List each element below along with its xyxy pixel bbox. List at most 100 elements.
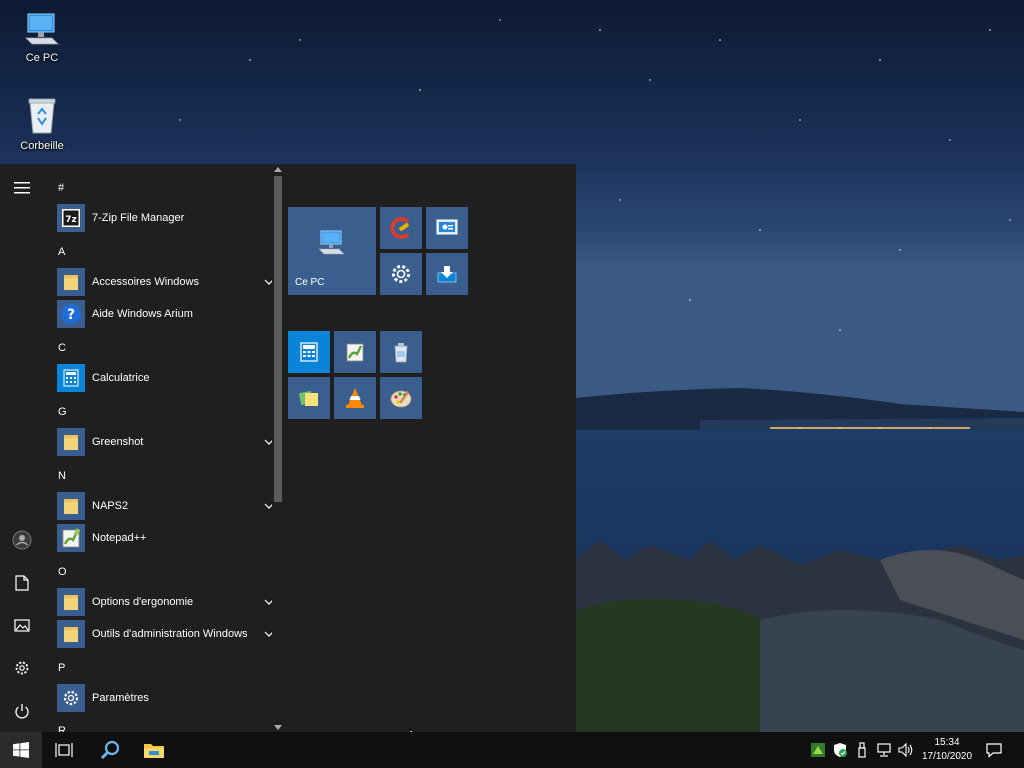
tile-this-pc[interactable]: Ce PC <box>288 207 376 295</box>
volume-icon[interactable] <box>898 742 914 758</box>
svg-text:?: ? <box>67 307 75 323</box>
search-icon <box>100 740 120 760</box>
user-icon[interactable] <box>0 520 44 560</box>
chevron-down-icon[interactable] <box>264 629 272 639</box>
desktop-icon-recycle-bin[interactable]: Corbeille <box>4 96 80 152</box>
app-item-accessoires-windows[interactable]: Accessoires Windows <box>52 266 272 298</box>
sticky-notes-icon <box>298 390 318 406</box>
tile-sticky-notes[interactable] <box>288 377 330 419</box>
chevron-down-icon[interactable] <box>264 501 272 511</box>
start-menu: # 7z 7-Zip File Manager A Accessoires Wi… <box>0 164 576 746</box>
settings-icon <box>57 684 85 712</box>
app-item-notepadpp[interactable]: Notepad++ <box>52 522 272 554</box>
app-item-7zip[interactable]: 7z 7-Zip File Manager <box>52 202 272 234</box>
search-button[interactable] <box>88 732 132 768</box>
clock-time: 15:34 <box>934 737 960 748</box>
app-item-label: Greenshot <box>92 436 144 448</box>
scroll-up-arrow-icon[interactable] <box>272 164 284 174</box>
scroll-thumb[interactable] <box>274 176 282 502</box>
tile-remote-desktop[interactable] <box>426 207 468 249</box>
usb-icon[interactable] <box>854 742 870 758</box>
tile-ccleaner[interactable] <box>380 207 422 249</box>
vlc-icon <box>346 388 364 408</box>
section-header-c[interactable]: C <box>58 342 66 354</box>
app-list-scrollbar[interactable] <box>272 164 284 732</box>
section-header-n[interactable]: N <box>58 470 66 482</box>
hamburger-menu-icon[interactable] <box>0 168 44 208</box>
app-item-label: Calculatrice <box>92 372 150 384</box>
calculator-icon <box>57 364 85 392</box>
notifications-icon[interactable] <box>986 742 1002 758</box>
tile-paste[interactable] <box>380 331 422 373</box>
tile-calculator[interactable] <box>288 331 330 373</box>
desktop-icon-label: Ce PC <box>25 52 59 64</box>
app-item-label: Accessoires Windows <box>92 276 199 288</box>
start-menu-rail <box>0 164 44 732</box>
app-item-label: Aide Windows Arium <box>92 308 193 320</box>
chevron-down-icon[interactable] <box>264 437 272 447</box>
computer-icon <box>318 230 345 255</box>
app-item-calculatrice[interactable]: Calculatrice <box>52 362 272 394</box>
section-header-a[interactable]: A <box>58 246 65 258</box>
folder-icon <box>57 620 85 648</box>
clock-date: 17/10/2020 <box>921 751 973 762</box>
folder-icon <box>57 428 85 456</box>
app-item-label: Outils d'administration Windows <box>92 628 248 640</box>
tile-vlc[interactable] <box>334 377 376 419</box>
app-item-label: 7-Zip File Manager <box>92 212 185 224</box>
power-icon[interactable] <box>0 691 44 731</box>
app-item-options-ergonomie[interactable]: Options d'ergonomie <box>52 586 272 618</box>
tile-notepadpp[interactable] <box>334 331 376 373</box>
calculator-icon <box>300 342 318 362</box>
svg-text:7z: 7z <box>65 215 77 225</box>
documents-icon[interactable] <box>0 563 44 603</box>
desktop-icon-this-pc[interactable]: Ce PC <box>4 8 80 64</box>
tile-paint[interactable] <box>380 377 422 419</box>
download-icon <box>437 266 457 283</box>
section-header-p[interactable]: P <box>58 662 65 674</box>
network-icon[interactable] <box>876 742 892 758</box>
file-explorer-button[interactable] <box>132 732 176 768</box>
scroll-down-arrow-icon[interactable] <box>272 722 284 732</box>
paint-icon <box>390 390 412 408</box>
app-item-label: Paramètres <box>92 692 149 704</box>
pictures-icon[interactable] <box>0 605 44 645</box>
task-view-icon <box>55 743 73 757</box>
greenshot-icon[interactable] <box>810 742 826 758</box>
app-list: # 7z 7-Zip File Manager A Accessoires Wi… <box>44 164 272 732</box>
remote-desktop-icon <box>436 219 458 235</box>
settings-icon[interactable] <box>0 648 44 688</box>
app-item-label: Options d'ergonomie <box>92 596 194 608</box>
tile-download[interactable] <box>426 253 468 295</box>
app-item-label: NAPS2 <box>92 500 129 512</box>
taskbar: 15:34 17/10/2020 <box>0 732 1024 768</box>
section-header-g[interactable]: G <box>58 406 67 418</box>
computer-icon <box>22 8 62 48</box>
notepadpp-icon <box>57 524 85 552</box>
chevron-down-icon[interactable] <box>264 597 272 607</box>
app-item-aide-windows-arium[interactable]: ? Aide Windows Arium <box>52 298 272 330</box>
7zip-icon: 7z <box>57 204 85 232</box>
app-item-greenshot[interactable]: Greenshot <box>52 426 272 458</box>
section-header-hash[interactable]: # <box>58 182 64 194</box>
notepadpp-icon <box>346 343 364 362</box>
start-icon <box>13 742 29 758</box>
app-item-naps2[interactable]: NAPS2 <box>52 490 272 522</box>
app-item-parametres[interactable]: Paramètres <box>52 682 272 714</box>
desktop-icon-label: Corbeille <box>20 140 64 152</box>
app-item-outils-administration[interactable]: Outils d'administration Windows <box>52 618 272 650</box>
chevron-down-icon[interactable] <box>264 277 272 287</box>
help-icon: ? <box>57 300 85 328</box>
tiles-area: Ce PC <box>288 207 576 707</box>
task-view-button[interactable] <box>44 732 84 768</box>
recycle-bin-icon <box>22 96 62 136</box>
app-item-label: Notepad++ <box>92 532 147 544</box>
start-button[interactable] <box>0 732 42 768</box>
section-header-r[interactable]: R <box>58 725 66 732</box>
tile-settings[interactable] <box>380 253 422 295</box>
defender-icon[interactable] <box>832 742 848 758</box>
taskbar-clock[interactable]: 15:34 17/10/2020 <box>916 736 978 764</box>
folder-icon <box>57 588 85 616</box>
section-header-o[interactable]: O <box>58 566 67 578</box>
file-explorer-icon <box>144 744 164 758</box>
